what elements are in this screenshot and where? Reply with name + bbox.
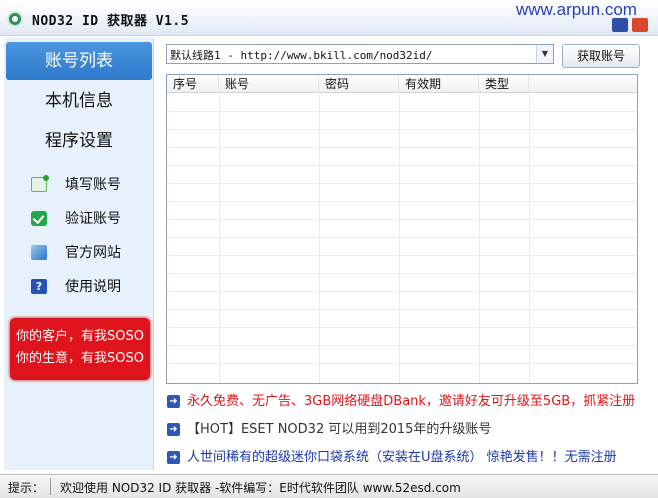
website-icon	[31, 245, 47, 260]
grid-line	[167, 309, 637, 310]
status-divider	[50, 478, 51, 495]
grid-line	[319, 93, 320, 383]
route-select[interactable]: 默认线路1 - http://www.bkill.com/nod32id/ ▼	[166, 44, 554, 64]
column-header[interactable]: 有效期	[399, 75, 479, 93]
soso-ad-banner[interactable]: 你的客户，有我SOSO 你的生意，有我SOSO	[10, 318, 150, 380]
sidebar: 账号列表 本机信息 程序设置 填写账号 验证账号 官方网站 ? 使用说明 你的客…	[4, 38, 154, 470]
title-bar: NOD32 ID 获取器 V1.5 www.arpun.com	[0, 0, 658, 36]
arrow-right-icon: ➜	[167, 451, 180, 464]
promo-link[interactable]: ➜ 【HOT】ESET NOD32 可以用到2015年的升级账号	[166, 420, 656, 440]
status-label: 提示：	[8, 481, 45, 495]
close-icon[interactable]	[632, 18, 648, 32]
tool-usage-help[interactable]: ? 使用说明	[4, 276, 154, 298]
grid-line	[479, 93, 480, 383]
grid-line	[167, 219, 637, 220]
grid-line	[167, 363, 637, 364]
tool-label: 使用说明	[65, 279, 121, 295]
grid-line	[167, 291, 637, 292]
nav-program-settings[interactable]: 程序设置	[4, 126, 154, 156]
account-table: 序号 账号 密码 有效期 类型	[166, 74, 638, 384]
grid-line	[167, 201, 637, 202]
status-message: 欢迎使用 NOD32 ID 获取器 -软件编写：E时代软件团队 www.52es…	[60, 481, 461, 495]
write-account-icon	[31, 175, 49, 192]
tool-verify-account[interactable]: 验证账号	[4, 208, 154, 230]
grid-line	[167, 129, 637, 130]
arrow-right-icon: ➜	[167, 423, 180, 436]
grid-line	[167, 345, 637, 346]
chevron-down-icon[interactable]: ▼	[536, 45, 553, 63]
window-controls	[612, 18, 652, 32]
arrow-right-icon: ➜	[167, 395, 180, 408]
grid-line	[167, 237, 637, 238]
tool-official-website[interactable]: 官方网站	[4, 242, 154, 264]
column-header[interactable]: 序号	[167, 75, 219, 93]
ad-line: 你的生意，有我SOSO	[16, 351, 144, 366]
get-account-button[interactable]: 获取账号	[562, 44, 640, 68]
tool-label: 官方网站	[65, 245, 121, 261]
column-header[interactable]: 账号	[219, 75, 319, 93]
link-text[interactable]: 永久免费、无广告、3GB网络硬盘DBank，邀请好友可升级至5GB，抓紧注册	[187, 392, 635, 412]
help-icon: ?	[31, 279, 47, 294]
link-text[interactable]: 人世间稀有的超级迷你口袋系统（安装在U盘系统） 惊艳发售！！无需注册	[187, 448, 617, 468]
window-title: NOD32 ID 获取器 V1.5	[32, 14, 190, 29]
app-logo-icon	[7, 11, 23, 27]
route-value: 默认线路1 - http://www.bkill.com/nod32id/	[170, 49, 433, 62]
site-watermark: www.arpun.com	[516, 0, 637, 19]
promo-link[interactable]: ➜ 人世间稀有的超级迷你口袋系统（安装在U盘系统） 惊艳发售！！无需注册	[166, 448, 656, 468]
nav-local-info[interactable]: 本机信息	[4, 86, 154, 116]
grid-line	[167, 273, 637, 274]
tool-label: 验证账号	[65, 211, 121, 227]
grid-line	[167, 255, 637, 256]
nav-account-list[interactable]: 账号列表	[6, 42, 152, 80]
grid-line	[167, 327, 637, 328]
verify-check-icon	[31, 211, 47, 226]
grid-line	[529, 93, 530, 383]
grid-line	[219, 93, 220, 383]
grid-line	[167, 165, 637, 166]
column-header[interactable]: 密码	[319, 75, 399, 93]
grid-line	[399, 93, 400, 383]
table-header: 序号 账号 密码 有效期 类型	[167, 75, 637, 93]
tool-write-account[interactable]: 填写账号	[4, 174, 154, 196]
column-header[interactable]: 类型	[479, 75, 529, 93]
ad-line: 你的客户，有我SOSO	[16, 329, 144, 344]
status-bar: 提示： 欢迎使用 NOD32 ID 获取器 -软件编写：E时代软件团队 www.…	[0, 474, 658, 498]
grid-line	[167, 111, 637, 112]
minimize-icon[interactable]	[612, 18, 628, 32]
grid-line	[167, 183, 637, 184]
tool-label: 填写账号	[65, 177, 121, 193]
grid-line	[167, 147, 637, 148]
promo-link[interactable]: ➜ 永久免费、无广告、3GB网络硬盘DBank，邀请好友可升级至5GB，抓紧注册	[166, 392, 656, 412]
link-text[interactable]: 【HOT】ESET NOD32 可以用到2015年的升级账号	[187, 420, 491, 440]
